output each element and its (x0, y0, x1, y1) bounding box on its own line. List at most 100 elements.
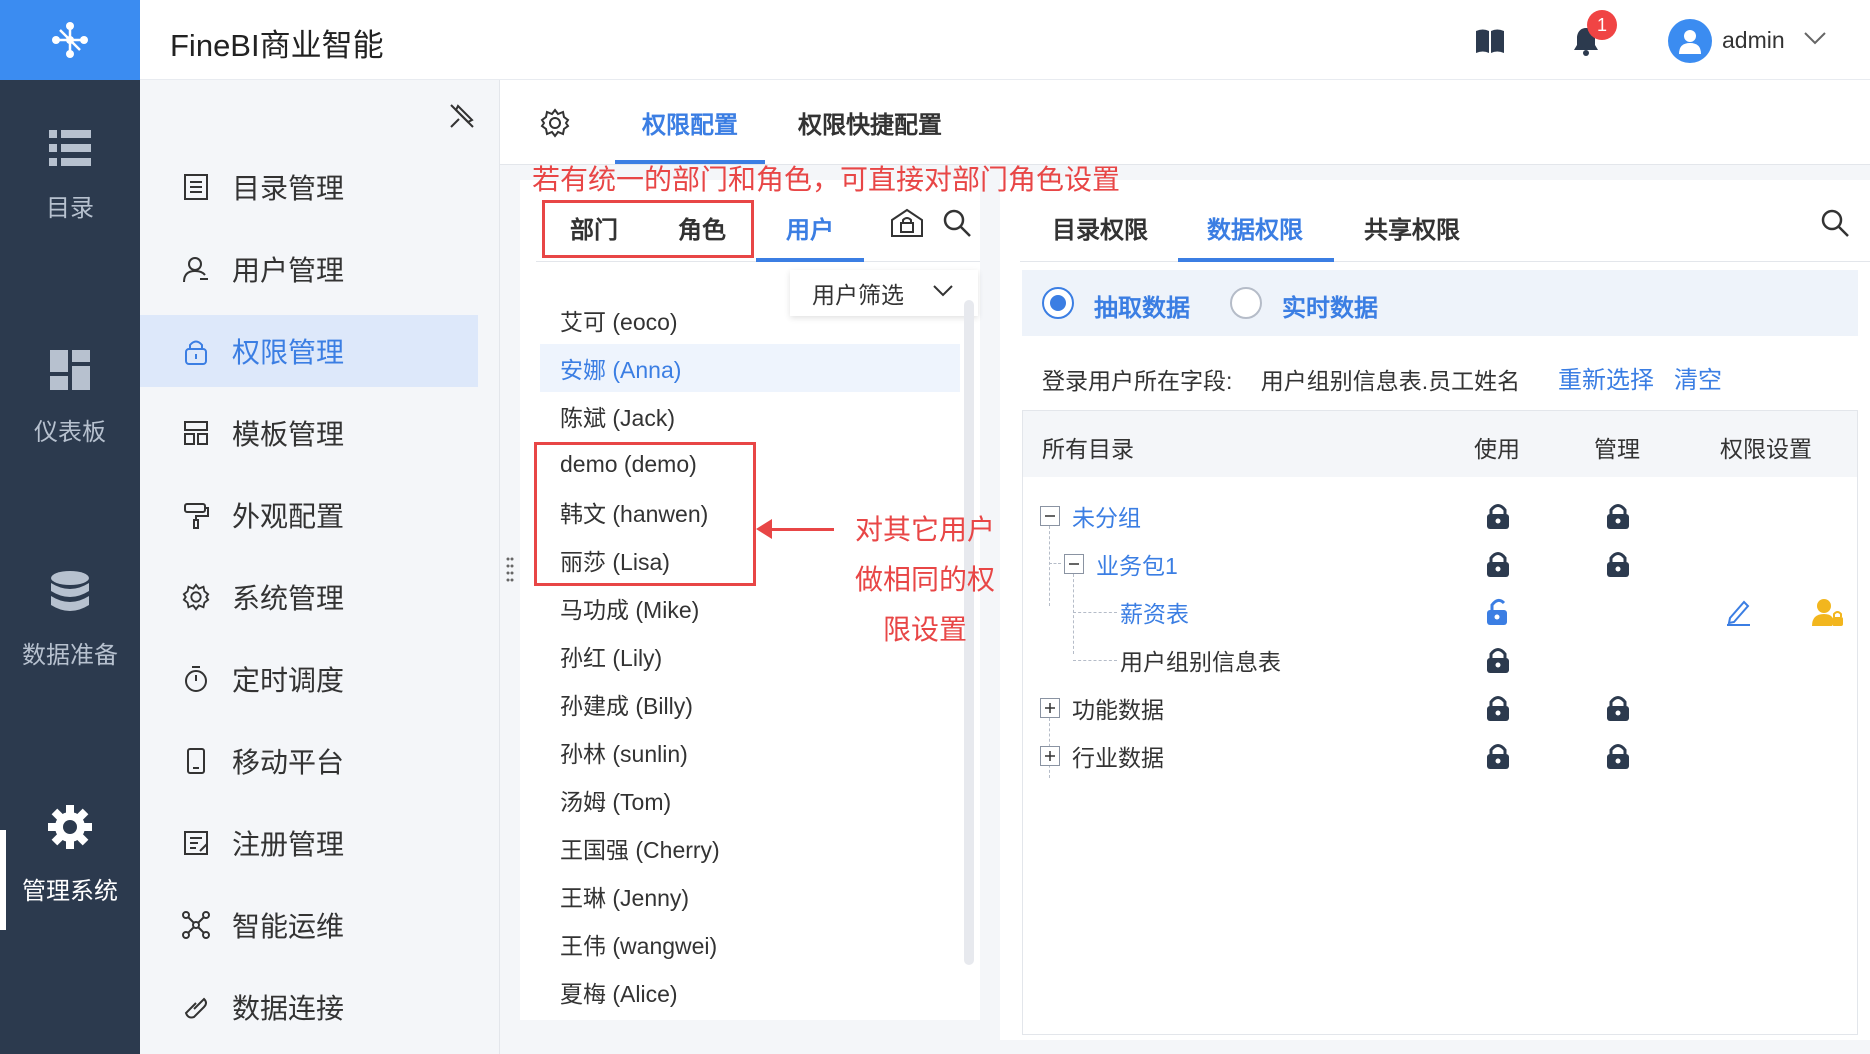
sidebar-item-timer[interactable]: 定时调度 (140, 643, 478, 715)
radio-realtime[interactable] (1230, 287, 1262, 319)
user-list-item[interactable]: 安娜 (Anna) (540, 344, 960, 392)
user-list-item[interactable]: 汤姆 (Tom) (540, 776, 960, 824)
lock-icon[interactable] (1485, 693, 1511, 728)
expand-toggle-icon[interactable] (1040, 746, 1060, 766)
tab-share-permission[interactable]: 共享权限 (1364, 210, 1460, 245)
tree-node-label[interactable]: 薪资表 (1120, 588, 1189, 636)
sidebar-item-template[interactable]: 模板管理 (140, 397, 478, 469)
radio-realtime-label[interactable]: 实时数据 (1282, 288, 1378, 323)
user-list-item[interactable]: 孙建成 (Billy) (540, 680, 960, 728)
column-header-manage: 管理 (1594, 436, 1640, 462)
login-field-row: 登录用户所在字段: 用户组别信息表.员工姓名 (1042, 362, 1520, 396)
user-list-item[interactable]: 王琳 (Jenny) (540, 872, 960, 920)
username[interactable]: admin (1722, 27, 1785, 54)
expand-toggle-icon[interactable] (1040, 698, 1060, 718)
lock-icon[interactable] (1605, 549, 1631, 584)
column-header-use: 使用 (1474, 436, 1520, 462)
sidebar-item-label: 权限管理 (232, 337, 345, 368)
gear-icon (48, 804, 92, 849)
book-icon[interactable] (1475, 28, 1505, 54)
nav-item-admin[interactable]: 管理系统 (0, 775, 140, 935)
search-icon[interactable] (1820, 208, 1850, 238)
tree-node-label[interactable]: 未分组 (1072, 492, 1141, 540)
nav-item-catalog[interactable]: 目录 (0, 96, 140, 256)
tree-guide (1049, 526, 1050, 606)
nav-item-dashboard[interactable]: 仪表板 (0, 318, 140, 478)
lock-icon[interactable] (1485, 741, 1511, 776)
annotation-text-top: 若有统一的部门和角色，可直接对部门角色设置 (532, 164, 1121, 195)
nav-active-indicator (0, 830, 6, 930)
radio-extract-label[interactable]: 抽取数据 (1094, 288, 1190, 323)
tab-active-underline (1178, 258, 1334, 262)
lock-icon[interactable] (1485, 645, 1511, 680)
collapse-toggle-icon[interactable] (1064, 554, 1084, 574)
tab-quick-config[interactable]: 权限快捷配置 (798, 105, 942, 140)
sidebar-item-user[interactable]: 用户管理 (140, 233, 478, 305)
nav-item-data-prep[interactable]: 数据准备 (0, 540, 140, 700)
sidebar-item-paint-roller[interactable]: 外观配置 (140, 479, 478, 551)
chevron-down-icon[interactable] (1803, 30, 1827, 46)
nav-label: 目录 (46, 194, 94, 222)
user-list-item[interactable]: 王伟 (wangwei) (540, 920, 960, 968)
tree-node-label[interactable]: 业务包1 (1096, 540, 1178, 588)
user-list-item[interactable]: 陈斌 (Jack) (540, 392, 960, 440)
sidebar-item-gear[interactable]: 系统管理 (140, 561, 478, 633)
user-list-item[interactable]: 孙林 (sunlin) (540, 728, 960, 776)
sidebar-item-label: 数据连接 (232, 993, 345, 1024)
app-title: FineBI商业智能 (170, 28, 384, 63)
tab-dir-permission[interactable]: 目录权限 (1052, 210, 1148, 245)
register-icon (180, 829, 212, 857)
org-lock-icon[interactable] (890, 208, 924, 238)
edit-icon[interactable] (1724, 598, 1752, 631)
logo-icon (52, 22, 88, 58)
gear-icon (180, 583, 212, 611)
database-icon (51, 570, 89, 611)
lock-icon[interactable] (1485, 501, 1511, 536)
user-list-item[interactable]: 夏梅 (Alice) (540, 968, 960, 1016)
gear-icon[interactable] (540, 108, 570, 138)
sidebar-item-label: 外观配置 (232, 501, 345, 532)
sidebar-item-register[interactable]: 注册管理 (140, 807, 478, 879)
drag-handle-icon[interactable] (506, 556, 514, 582)
sidebar-item-catalog[interactable]: 目录管理 (140, 151, 478, 223)
sidebar-item-lock[interactable]: 权限管理 (140, 315, 478, 387)
lock-icon[interactable] (1605, 693, 1631, 728)
tree-node-label[interactable]: 用户组别信息表 (1120, 636, 1281, 684)
sidebar-item-ops[interactable]: 智能运维 (140, 889, 478, 961)
dashboard-icon (50, 349, 90, 390)
column-header-all: 所有目录 (1042, 436, 1134, 462)
reselect-link[interactable]: 重新选择 (1558, 360, 1654, 395)
lock-icon[interactable] (1605, 741, 1631, 776)
lock-icon[interactable] (1605, 501, 1631, 536)
annotation-box-dept-role (542, 200, 754, 258)
radio-extract[interactable] (1042, 287, 1074, 319)
tree-node-label[interactable]: 行业数据 (1072, 732, 1164, 780)
sidebar-item-label: 智能运维 (232, 911, 345, 942)
search-icon[interactable] (942, 208, 972, 238)
lock-icon[interactable] (1485, 549, 1511, 584)
user-list-item[interactable]: 王国强 (Cherry) (540, 824, 960, 872)
nav-label: 数据准备 (22, 641, 118, 669)
app-logo[interactable] (0, 0, 140, 80)
sidebar-item-link[interactable]: 数据连接 (140, 971, 478, 1043)
sidebar-item-mobile[interactable]: 移动平台 (140, 725, 478, 797)
unlock-icon[interactable] (1485, 597, 1511, 632)
tab-active-underline (756, 258, 864, 262)
user-lock-icon[interactable] (1812, 598, 1844, 633)
pin-icon[interactable] (448, 102, 476, 130)
sidebar-item-label: 注册管理 (232, 829, 345, 860)
annotation-text-right: 对其它用户做相同的权限设置 (854, 514, 995, 645)
clear-link[interactable]: 清空 (1674, 360, 1722, 395)
tab-data-permission[interactable]: 数据权限 (1207, 210, 1303, 245)
column-header-perm: 权限设置 (1720, 436, 1812, 462)
login-field-value: 用户组别信息表.员工姓名 (1260, 368, 1521, 394)
avatar[interactable] (1668, 19, 1712, 63)
user-list-item[interactable]: 艾可 (eoco) (540, 296, 960, 344)
collapse-toggle-icon[interactable] (1040, 506, 1060, 526)
catalog-icon (180, 173, 212, 201)
tree-node-label[interactable]: 功能数据 (1072, 684, 1164, 732)
paint-roller-icon (180, 501, 212, 529)
tab-perm-config[interactable]: 权限配置 (642, 105, 738, 140)
tab-user[interactable]: 用户 (786, 210, 834, 245)
tree-guide (1073, 660, 1117, 661)
